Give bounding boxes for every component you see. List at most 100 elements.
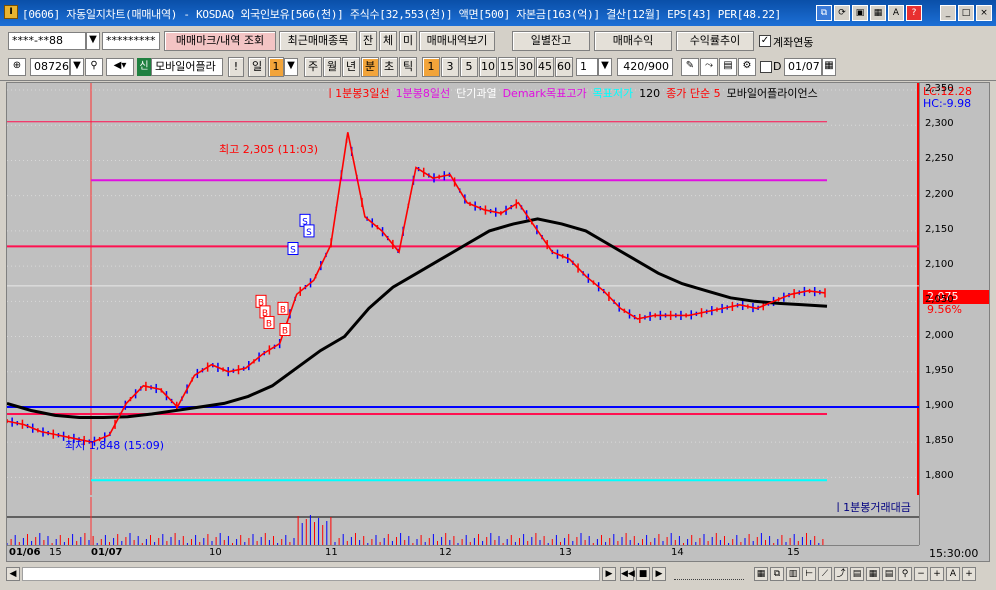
x-tick-label: 14 [671, 547, 684, 558]
rewind-icon[interactable]: ◀◀ [620, 567, 635, 581]
title-bar: I [0606] 자동일지차트(매매내역) - KOSDAQ 외국인보유[566… [0, 0, 996, 26]
save-icon[interactable]: ▤ [719, 58, 737, 76]
y-tick-label: 1,800 [925, 470, 954, 482]
maximize-icon[interactable]: □ [958, 5, 974, 21]
grid-icon[interactable]: ▦ [870, 5, 886, 21]
zoom-out-icon[interactable]: − [914, 567, 928, 581]
zoom-icon[interactable]: ⚲ [898, 567, 912, 581]
font-size-icon[interactable]: A [946, 567, 960, 581]
step-input[interactable]: 1 [576, 58, 598, 76]
marker-label: B [266, 319, 272, 329]
legend-item[interactable]: 모바일어플라이언스 [727, 87, 818, 100]
account-dropdown-icon[interactable]: ▼ [86, 32, 100, 50]
minute-3-button[interactable]: 3 [441, 57, 459, 77]
minute-1-button[interactable]: 1 [422, 57, 440, 77]
y-tick-label: 1,950 [925, 364, 954, 376]
stock-code-dropdown-icon[interactable]: ▼ [70, 58, 84, 76]
tools-icon[interactable]: ✎ [681, 58, 699, 76]
minute-45-button[interactable]: 45 [536, 57, 554, 77]
scroll-right-icon[interactable]: ▶ [602, 567, 616, 581]
buy-marker: B [279, 322, 291, 336]
scroll-left-icon[interactable]: ◀ [6, 567, 20, 581]
step-dropdown-icon[interactable]: ▼ [598, 58, 612, 76]
close-icon[interactable]: × [976, 5, 992, 21]
calendar-icon[interactable]: ▦ [822, 58, 836, 76]
return-trend-button[interactable]: 수익률추이 [676, 31, 754, 51]
zoom-slider[interactable] [674, 568, 744, 580]
minute-60-button[interactable]: 60 [555, 57, 573, 77]
y-tick-label: 2,250 [925, 153, 954, 165]
period-day-button[interactable]: 일 [248, 57, 266, 77]
forward-icon[interactable]: ▶ [652, 567, 666, 581]
chart-scrollbar[interactable]: ◀ ▶ ◀◀ ■ ▶ ▦ ⧉ ▥ ⊢ ⟋ ⤴ ▤ ▦ ▤ ⚲ − + A + [6, 564, 990, 586]
password-field[interactable]: ********* [102, 32, 160, 50]
date-input[interactable]: 01/07 [784, 58, 822, 76]
price-chart[interactable]: BBBBBSSS [7, 83, 919, 495]
stock-name-field: 모바일어플라 [151, 58, 223, 76]
alert-button[interactable]: ! [228, 57, 244, 77]
unfilled-button[interactable]: 미 [399, 31, 417, 51]
trade-profit-button[interactable]: 매매수익 [594, 31, 672, 51]
minute-5-button[interactable]: 5 [460, 57, 478, 77]
period-dropdown-icon[interactable]: ▼ [284, 58, 298, 76]
bars-icon[interactable]: ▤ [850, 567, 864, 581]
zoom-in-icon[interactable]: + [930, 567, 944, 581]
d-checkbox[interactable] [760, 61, 772, 73]
pin-icon[interactable]: ⊕ [8, 58, 26, 76]
grid-view-icon[interactable]: ▦ [866, 567, 880, 581]
trend-icon[interactable]: ⤴ [834, 567, 848, 581]
line-icon[interactable]: ⟋ [818, 567, 832, 581]
daily-balance-button[interactable]: 일별잔고 [512, 31, 590, 51]
draw-icon[interactable]: ⤳ [700, 58, 718, 76]
legend-item[interactable]: 목표저가 [593, 87, 633, 100]
window-icon[interactable]: ▣ [852, 5, 868, 21]
link-icon[interactable]: ⧉ [816, 5, 832, 21]
legend-item[interactable]: Demark목표고가 [503, 87, 587, 100]
help-icon[interactable]: ? [906, 5, 922, 21]
layout-icon[interactable]: ▦ [754, 567, 768, 581]
copy-icon[interactable]: ⧉ [770, 567, 784, 581]
account-field[interactable]: ****-**88 [8, 32, 86, 50]
d-label: D [773, 60, 782, 73]
executed-button[interactable]: 체 [379, 31, 397, 51]
legend-item[interactable]: ㅣ1분봉3일선 [325, 87, 390, 100]
account-link-label: 계좌연동 [773, 36, 814, 49]
minimize-icon[interactable]: _ [940, 5, 956, 21]
minute-10-button[interactable]: 10 [479, 57, 497, 77]
period-minute-button[interactable]: 분 [361, 57, 379, 77]
chart-type-icon[interactable]: ▥ [786, 567, 800, 581]
legend-item[interactable]: 1분봉8일선 [396, 87, 450, 100]
pause-icon[interactable]: ■ [636, 567, 650, 581]
stock-code-input[interactable]: 087260 [30, 58, 70, 76]
search-icon[interactable]: ⚲ [85, 58, 103, 76]
y-tick-label: 2,350 [925, 83, 954, 95]
count-field[interactable]: 420/900 [617, 58, 673, 76]
account-link-checkbox[interactable]: ✓ [759, 35, 771, 47]
balance-button[interactable]: 잔 [359, 31, 377, 51]
volume-chart [7, 497, 919, 545]
legend-item[interactable]: 단기과열 [456, 87, 496, 100]
y-tick-label: 2,000 [925, 329, 954, 341]
period-week-button[interactable]: 주 [304, 57, 322, 77]
minute-15-button[interactable]: 15 [498, 57, 516, 77]
scroll-track[interactable] [22, 567, 600, 581]
period-second-button[interactable]: 초 [380, 57, 398, 77]
period-month-button[interactable]: 월 [323, 57, 341, 77]
minute-30-button[interactable]: 30 [517, 57, 535, 77]
trade-mark-button[interactable]: 매매마크/내역 조회 [164, 31, 276, 51]
font-plus-icon[interactable]: + [962, 567, 976, 581]
period-year-button[interactable]: 년 [342, 57, 360, 77]
period-count-field[interactable]: 1 [268, 57, 284, 77]
brand-icon[interactable]: A [888, 5, 904, 21]
y-tick-label: 2,150 [925, 223, 954, 235]
trade-history-button[interactable]: 매매내역보기 [419, 31, 495, 51]
settings-icon[interactable]: ⚙ [738, 58, 756, 76]
ruler-icon[interactable]: ⊢ [802, 567, 816, 581]
period-tick-button[interactable]: 틱 [399, 57, 417, 77]
recent-stocks-button[interactable]: 최근매매종목 [279, 31, 357, 51]
table-icon[interactable]: ▤ [882, 567, 896, 581]
speaker-icon[interactable]: ◀▾ [106, 58, 134, 76]
legend-item[interactable]: 120 [639, 87, 660, 100]
legend-item[interactable]: 종가 단순 5 [666, 87, 720, 100]
refresh-icon[interactable]: ⟳ [834, 5, 850, 21]
